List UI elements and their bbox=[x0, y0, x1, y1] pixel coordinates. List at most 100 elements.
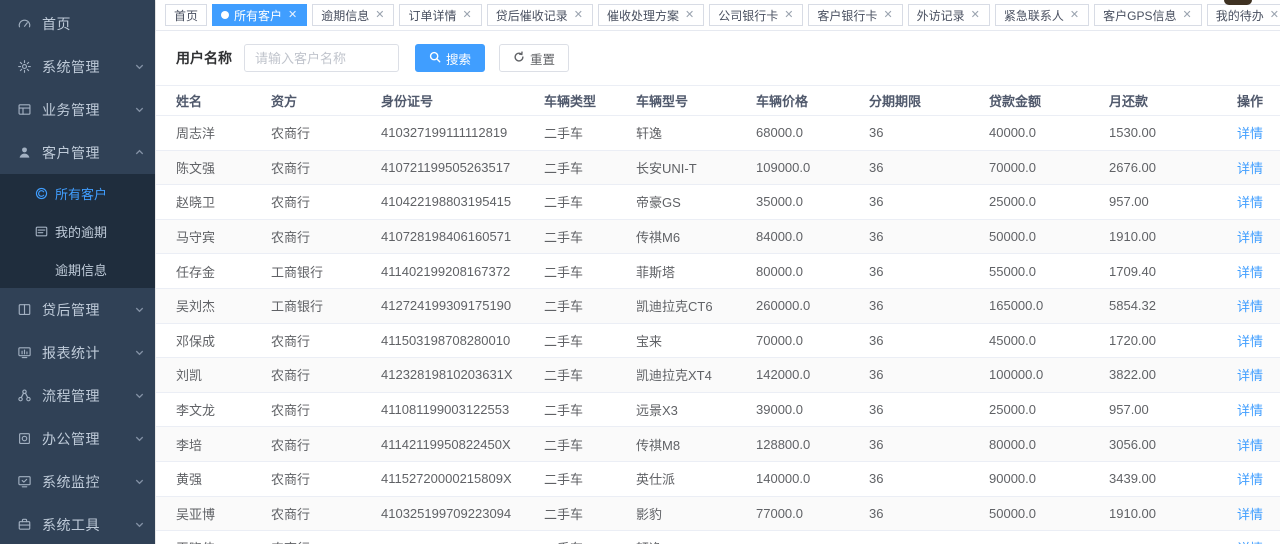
sidebar-item-label: 系统监控 bbox=[42, 472, 134, 492]
view-tab[interactable]: 首页 bbox=[165, 4, 207, 26]
table-cell: 36 bbox=[869, 125, 989, 140]
table-cell: 35000.0 bbox=[756, 194, 869, 209]
detail-link[interactable]: 详情 bbox=[1237, 265, 1263, 280]
view-tab[interactable]: 公司银行卡✕ bbox=[709, 4, 803, 26]
sidebar-item-label: 系统工具 bbox=[42, 515, 134, 535]
table-cell: 菲斯塔 bbox=[636, 262, 756, 281]
sidebar-subitem[interactable]: 逾期信息 bbox=[0, 250, 155, 288]
table-cell: 70000.0 bbox=[989, 160, 1109, 175]
close-icon[interactable]: ✕ bbox=[970, 9, 981, 22]
sidebar-item-label: 贷后管理 bbox=[42, 300, 134, 320]
sidebar-item-label: 流程管理 bbox=[42, 386, 134, 406]
sidebar-item[interactable]: 系统监控 bbox=[0, 460, 155, 503]
detail-link[interactable]: 详情 bbox=[1237, 403, 1263, 418]
detail-link[interactable]: 详情 bbox=[1237, 472, 1263, 487]
detail-link[interactable]: 详情 bbox=[1237, 368, 1263, 383]
close-icon[interactable]: ✕ bbox=[1269, 9, 1280, 22]
table-cell: 3056.00 bbox=[1109, 437, 1226, 452]
table-cell-actions: 详情 bbox=[1226, 400, 1280, 419]
chevron-down-icon bbox=[134, 347, 145, 358]
sidebar-item[interactable]: 流程管理 bbox=[0, 374, 155, 417]
view-tab[interactable]: 我的待办✕ bbox=[1207, 4, 1280, 26]
table-cell: 农商行 bbox=[271, 365, 381, 384]
table-cell: 410721199505263517 bbox=[381, 160, 544, 175]
close-icon[interactable]: ✕ bbox=[684, 9, 695, 22]
view-tab[interactable]: 贷后催收记录✕ bbox=[487, 4, 593, 26]
sidebar-subitem-label: 所有客户 bbox=[55, 184, 107, 203]
close-icon[interactable]: ✕ bbox=[1181, 9, 1192, 22]
detail-link[interactable]: 详情 bbox=[1237, 334, 1263, 349]
table-cell: 二手车 bbox=[544, 192, 636, 211]
table-cell: 帝豪GS bbox=[636, 192, 756, 211]
detail-link[interactable]: 详情 bbox=[1237, 507, 1263, 522]
table-cell: 410422198803195415 bbox=[381, 194, 544, 209]
toolbox-icon bbox=[16, 516, 33, 533]
table-cell: 周志洋 bbox=[156, 123, 271, 142]
sidebar-subitem[interactable]: 我的逾期 bbox=[0, 212, 155, 250]
close-icon[interactable]: ✕ bbox=[462, 9, 473, 22]
close-icon[interactable]: ✕ bbox=[882, 9, 893, 22]
close-icon[interactable]: ✕ bbox=[783, 9, 794, 22]
table-cell: 轩逸 bbox=[636, 123, 756, 142]
table-row: 赵晓卫农商行410422198803195415二手车帝豪GS35000.036… bbox=[156, 185, 1280, 220]
sidebar-item-label: 系统管理 bbox=[42, 57, 134, 77]
close-icon[interactable]: ✕ bbox=[573, 9, 584, 22]
book-icon bbox=[16, 301, 33, 318]
sidebar-item[interactable]: 客户管理 bbox=[0, 131, 155, 174]
table-cell: 长安UNI-T bbox=[636, 158, 756, 177]
detail-link[interactable]: 详情 bbox=[1237, 161, 1263, 176]
sidebar-item[interactable]: 办公管理 bbox=[0, 417, 155, 460]
view-tab[interactable]: 外访记录✕ bbox=[908, 4, 990, 26]
sidebar-submenu: 所有客户我的逾期逾期信息 bbox=[0, 174, 155, 288]
table-cell: 马守宾 bbox=[156, 227, 271, 246]
sidebar-item[interactable]: 业务管理 bbox=[0, 88, 155, 131]
reset-button[interactable]: 重置 bbox=[499, 44, 569, 72]
active-dot-icon bbox=[221, 11, 229, 19]
search-field-label: 用户名称 bbox=[176, 48, 232, 68]
table-cell: 80000.0 bbox=[989, 437, 1109, 452]
close-icon[interactable]: ✕ bbox=[374, 9, 385, 22]
sidebar-item[interactable]: 贷后管理 bbox=[0, 288, 155, 331]
view-tab[interactable]: 所有客户✕ bbox=[212, 4, 307, 26]
detail-link[interactable]: 详情 bbox=[1237, 195, 1263, 210]
tab-label: 催收处理方案 bbox=[607, 7, 679, 24]
table-cell: 410728198406160571 bbox=[381, 229, 544, 244]
table-cell: 工商银行 bbox=[271, 262, 381, 281]
detail-link[interactable]: 详情 bbox=[1237, 299, 1263, 314]
customer-table: 姓名资方身份证号车辆类型车辆型号车辆价格分期期限贷款金额月还款操作 周志洋农商行… bbox=[156, 85, 1280, 544]
close-icon[interactable]: ✕ bbox=[1069, 9, 1080, 22]
table-cell: 邓保成 bbox=[156, 331, 271, 350]
detail-link[interactable]: 详情 bbox=[1237, 438, 1263, 453]
tab-label: 订单详情 bbox=[408, 7, 456, 24]
column-header: 操作 bbox=[1226, 91, 1280, 110]
detail-link[interactable]: 详情 bbox=[1237, 230, 1263, 245]
sidebar-item[interactable]: 系统工具 bbox=[0, 503, 155, 544]
table-cell: 农商行 bbox=[271, 227, 381, 246]
table-cell: 36 bbox=[869, 264, 989, 279]
table-cell: 100000.0 bbox=[989, 367, 1109, 382]
sidebar-subitem-label: 我的逾期 bbox=[55, 222, 107, 241]
search-button[interactable]: 搜索 bbox=[415, 44, 485, 72]
sidebar-item[interactable]: 首页 bbox=[0, 2, 155, 45]
table-cell-actions: 详情 bbox=[1226, 158, 1280, 177]
view-tab[interactable]: 催收处理方案 ✕ bbox=[598, 4, 704, 26]
sidebar-subitem-label: 逾期信息 bbox=[55, 260, 107, 279]
table-cell: 农商行 bbox=[271, 192, 381, 211]
table-row: 刘凯农商行41232819810203631X二手车凯迪拉克XT4142000.… bbox=[156, 358, 1280, 393]
table-cell: 80000.0 bbox=[756, 264, 869, 279]
table-cell: 任存金 bbox=[156, 262, 271, 281]
detail-link[interactable]: 详情 bbox=[1237, 126, 1263, 141]
table-cell: 68000.0 bbox=[756, 125, 869, 140]
sidebar-item[interactable]: 报表统计 bbox=[0, 331, 155, 374]
view-tab[interactable]: 订单详情 ✕ bbox=[399, 4, 481, 26]
customer-name-input[interactable] bbox=[244, 44, 399, 72]
view-tab[interactable]: 客户银行卡✕ bbox=[808, 4, 902, 26]
view-tab[interactable]: 逾期信息✕ bbox=[312, 4, 394, 26]
view-tab[interactable]: 客户GPS信息✕ bbox=[1094, 4, 1202, 26]
sidebar-subitem[interactable]: 所有客户 bbox=[0, 174, 155, 212]
table-row: 马守宾农商行410728198406160571二手车传祺M684000.036… bbox=[156, 220, 1280, 255]
close-icon[interactable]: ✕ bbox=[287, 9, 298, 22]
sidebar-item[interactable]: 系统管理 bbox=[0, 45, 155, 88]
table-row: 李文龙农商行411081199003122553二手车远景X339000.036… bbox=[156, 393, 1280, 428]
view-tab[interactable]: 紧急联系人✕ bbox=[995, 4, 1089, 26]
